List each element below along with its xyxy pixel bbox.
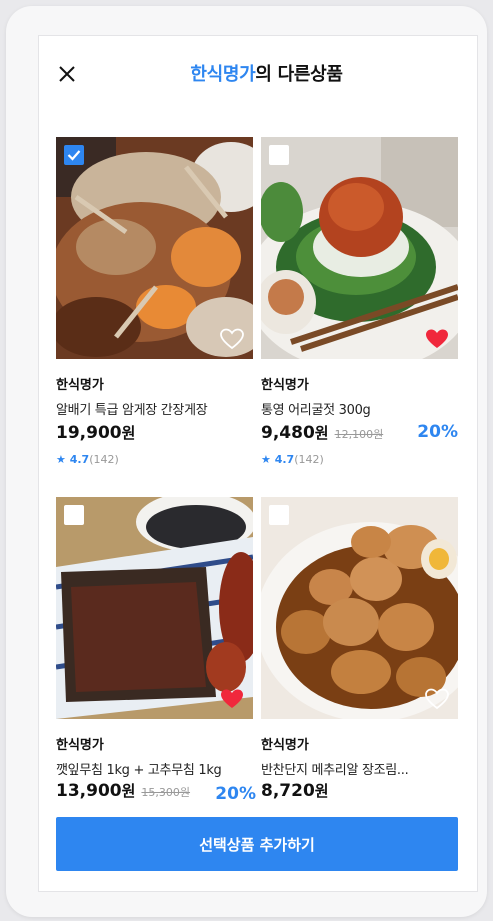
price-value: 8,720	[261, 781, 315, 801]
price: 8,720원	[261, 780, 329, 801]
favorite-button[interactable]	[424, 327, 450, 351]
select-checkbox[interactable]	[269, 145, 289, 165]
rating: ★ 4.7(142)	[261, 453, 324, 466]
product-card-3[interactable]: 한식명가 깻잎무침 1kg + 고추무침 1kg 13,900원 15,300원 …	[56, 497, 256, 804]
review-count: (142)	[89, 453, 119, 466]
seller-name: 한식명가	[261, 378, 309, 393]
star-icon: ★	[261, 453, 271, 466]
add-selected-button[interactable]: 선택상품 추가하기	[56, 817, 458, 871]
product-image-crab[interactable]	[56, 137, 253, 359]
select-checkbox[interactable]	[269, 505, 289, 525]
price: 9,480원 12,100원	[261, 422, 383, 443]
seller-name: 한식명가	[261, 738, 309, 753]
product-image-oyster[interactable]	[261, 137, 458, 359]
price-value: 9,480	[261, 423, 315, 443]
heart-icon	[220, 328, 244, 350]
favorite-button[interactable]	[219, 327, 245, 351]
product-name[interactable]: 통영 어리굴젓 300g	[261, 399, 371, 418]
close-icon	[59, 66, 75, 82]
title-brand: 한식명가	[190, 64, 256, 85]
original-price: 15,300원	[141, 786, 191, 799]
product-name[interactable]: 알배기 특급 암게장 간장게장	[56, 399, 208, 418]
seller-name: 한식명가	[56, 738, 104, 753]
review-count: (142)	[294, 453, 324, 466]
product-name[interactable]: 깻잎무침 1kg + 고추무침 1kg	[56, 759, 222, 778]
price: 19,900원	[56, 422, 135, 443]
product-image-quail-eggs[interactable]	[261, 497, 458, 719]
select-checkbox[interactable]	[64, 505, 84, 525]
product-name[interactable]: 반찬단지 메추리알 장조림...	[261, 759, 409, 778]
perilla-photo	[56, 497, 253, 719]
select-checkbox[interactable]	[64, 145, 84, 165]
seller-name: 한식명가	[56, 378, 104, 393]
star-icon: ★	[56, 453, 66, 466]
close-button[interactable]	[56, 63, 78, 85]
quail-eggs-photo	[261, 497, 458, 719]
favorite-button[interactable]	[219, 687, 245, 711]
original-price: 12,100원	[334, 428, 384, 441]
heart-icon	[426, 329, 448, 348]
title-suffix: 의 다른상품	[255, 64, 343, 85]
checkbox-icon	[67, 150, 81, 161]
price-unit: 원	[314, 424, 329, 442]
price-value: 19,900	[56, 423, 122, 443]
price-value: 13,900	[56, 781, 122, 801]
product-card-2[interactable]: 한식명가 통영 어리굴젓 300g 9,480원 12,100원 20% ★ 4.…	[261, 137, 458, 466]
oyster-photo	[261, 137, 458, 359]
product-card-4[interactable]: 한식명가 반찬단지 메추리알 장조림... 8,720원	[261, 497, 458, 801]
heart-icon	[221, 689, 243, 708]
rating-value: 4.7	[274, 453, 295, 466]
price-unit: 원	[121, 782, 136, 800]
crab-photo	[56, 137, 253, 359]
price: 13,900원 15,300원	[56, 780, 190, 801]
product-image-perilla[interactable]	[56, 497, 253, 719]
discount-rate: 20%	[417, 422, 458, 442]
favorite-button[interactable]	[424, 687, 450, 711]
price-unit: 원	[121, 424, 136, 442]
discount-rate: 20%	[215, 784, 256, 804]
product-card-1[interactable]: 한식명가 알배기 특급 암게장 간장게장 19,900원 ★ 4.7(142)	[56, 137, 253, 466]
sheet-title: 한식명가의 다른상품	[90, 60, 443, 86]
price-unit: 원	[314, 782, 329, 800]
heart-icon	[425, 688, 449, 710]
rating-value: 4.7	[69, 453, 90, 466]
rating: ★ 4.7(142)	[56, 453, 119, 466]
